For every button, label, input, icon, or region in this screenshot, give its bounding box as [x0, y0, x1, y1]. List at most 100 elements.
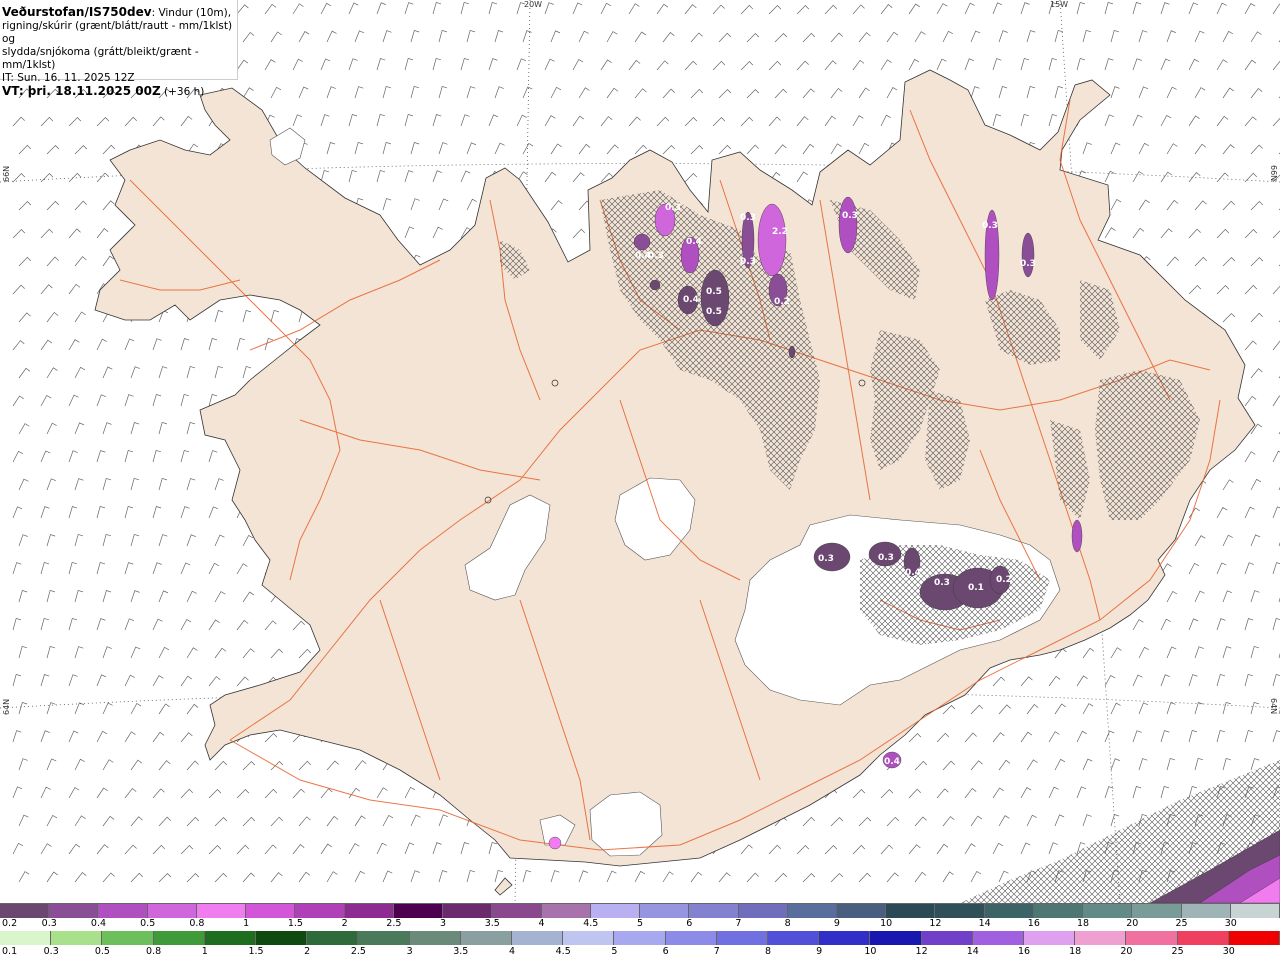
grid-label-66n-left: 66N: [2, 165, 11, 182]
precip-label: 0.3: [740, 213, 756, 223]
legend-snow-swatch: [393, 904, 444, 918]
precip-label: 0.4: [884, 757, 900, 767]
legend-snow-swatch: [0, 904, 50, 918]
precip-label: 0.3: [1020, 259, 1036, 269]
legend-snow-swatch: [836, 904, 887, 918]
legend-rain-label: 1.5: [248, 946, 264, 957]
legend-rain-swatch: [256, 931, 308, 945]
legend-rain-labels: 0.1 0.3 0.5 0.8 1 1.5 2 2.5 3 3.5 4 4.5 5 6 7 8 9 10 12 14 1…: [0, 946, 1280, 958]
legend-rain-swatch: [204, 931, 257, 945]
legend-snow-label: 5: [636, 918, 644, 929]
precip-label: 0.2: [774, 297, 790, 307]
legend-rain-swatch: [563, 931, 615, 945]
legend-rain-swatch: [972, 931, 1025, 945]
legend-rain-swatch: [153, 931, 205, 945]
legend-rain-swatch: [51, 931, 103, 945]
legend-rain-swatch: [768, 931, 820, 945]
legend-snow-swatch: [492, 904, 542, 918]
legend-snow-label: 12: [929, 918, 942, 929]
legend-snow-label: 7: [735, 918, 742, 929]
legend-snow-colorbar: [0, 903, 1280, 918]
legend-rain-label: 2.5: [350, 946, 366, 957]
legend-rain-label: 5: [611, 946, 618, 957]
legend-rain-swatch: [921, 931, 973, 945]
legend-snow-label: 0.3: [41, 918, 57, 929]
legend-rain-swatch: [0, 931, 52, 945]
grid-label-64n-left: 64N: [2, 698, 11, 715]
legend-snow-label: 10: [880, 918, 893, 929]
precip-label: 0.3: [818, 554, 834, 564]
legend-snow-label: 6: [686, 918, 693, 929]
legend-rain-label: 30: [1222, 946, 1235, 957]
legend-snow-label: 16: [1027, 918, 1040, 929]
legend-rain-label: 1: [201, 946, 208, 957]
legend-rain-label: 4: [508, 946, 516, 957]
legend-snow-swatch: [738, 904, 788, 918]
legend-snow-swatch: [1033, 904, 1084, 918]
legend-snow-swatch: [344, 904, 394, 918]
legend-snow-swatch: [196, 904, 247, 918]
legend-snow-label: 14: [978, 918, 991, 929]
precip-label: 0.3: [665, 203, 681, 213]
precip-label: 0.2: [996, 575, 1012, 585]
legend-rain-swatch: [1075, 931, 1127, 945]
legend-snow-label: 0.2: [2, 918, 18, 929]
legend-snow-swatch: [689, 904, 739, 918]
legend-snow-label: 4.5: [583, 918, 599, 929]
legend-snow-swatch: [984, 904, 1034, 918]
valid-time-offset: (+36 h): [164, 86, 205, 98]
legend-snow-swatch: [443, 904, 493, 918]
legend-rain-swatch: [1126, 931, 1178, 945]
legend-rain-label: 12: [915, 946, 928, 957]
legend-rain-label: 0.8: [146, 946, 162, 957]
precip-label: 0.3: [982, 221, 998, 231]
valid-time-line: VT: þri. 18.11.2025 00Z (+36 h): [2, 85, 235, 99]
description-1: : Vindur (10m),: [151, 7, 232, 19]
grid-label-64n-right: 64N: [1269, 698, 1278, 715]
precip-label: 0.4: [686, 237, 702, 247]
legend-snow-swatch: [541, 904, 591, 918]
legend-snow-swatch: [49, 904, 99, 918]
legend-snow-label: 25: [1175, 918, 1188, 929]
precip-label: 0.4: [683, 295, 699, 305]
legend-rain-label: 14: [966, 946, 979, 957]
valid-time: VT: þri. 18.11.2025 00Z: [2, 84, 161, 98]
legend-snow-label: 2: [341, 918, 348, 929]
legend-rain-label: 7: [713, 946, 720, 957]
legend-rain-swatch: [1228, 931, 1280, 945]
legend-snow-swatch: [98, 904, 148, 918]
legend-snow-label: 4: [538, 918, 545, 929]
legend-rain-swatch: [716, 931, 769, 945]
title-line-1: Veðurstofan/IS750dev: Vindur (10m),: [2, 6, 235, 20]
legend-snow-label: 20: [1126, 918, 1139, 929]
description-2: rigning/skúrir (grænt/blátt/rautt - mm/1…: [2, 20, 233, 45]
weather-map: 0.3 0.4 2.2 0.3 0.5 0.4 0.5 0.2 0.3 0.4 …: [0, 0, 1280, 903]
legend-rain-label: 3.5: [453, 946, 469, 957]
legend-rain-label: 2: [304, 946, 311, 957]
legend-snow-label: 2.5: [386, 918, 402, 929]
legend-rain-swatch: [819, 931, 871, 945]
legend-snow-swatch: [886, 904, 936, 918]
legend-rain-label: 6: [662, 946, 669, 957]
legend-rain-swatch: [1177, 931, 1229, 945]
legend-snow-swatch: [295, 904, 345, 918]
grid-label-15w: 15W: [1050, 0, 1069, 9]
legend-rain-label: 10: [864, 946, 877, 957]
legend-rain-swatch: [307, 931, 359, 945]
legend-snow-label: 30: [1224, 918, 1237, 929]
legend-snow-swatch: [1230, 904, 1280, 918]
legend-snow-swatch: [1181, 904, 1231, 918]
legend-rain-label: 16: [1017, 946, 1031, 957]
legend-rain-swatch: [870, 931, 922, 945]
legend-rain-swatch: [512, 931, 564, 945]
legend-snow-swatch: [935, 904, 985, 918]
legend-rain-swatch: [409, 931, 461, 945]
precip-label: 2.2: [772, 227, 788, 237]
precip-label: 0.3: [878, 553, 894, 563]
grid-label-66n-right: 66N: [1269, 165, 1278, 182]
legend-rain-label: 25: [1171, 946, 1184, 957]
legend-rain-swatch: [1024, 931, 1076, 945]
legend-snow-labels: 0.2 0.3 0.4 0.5 0.8 1 1.5 2 2.5 3 3.5 4 4.5 5 6 7 8 9 10 12…: [0, 918, 1280, 930]
legend-snow-label: 1.5: [287, 918, 303, 929]
legend-snow-label: 0.4: [90, 918, 107, 929]
